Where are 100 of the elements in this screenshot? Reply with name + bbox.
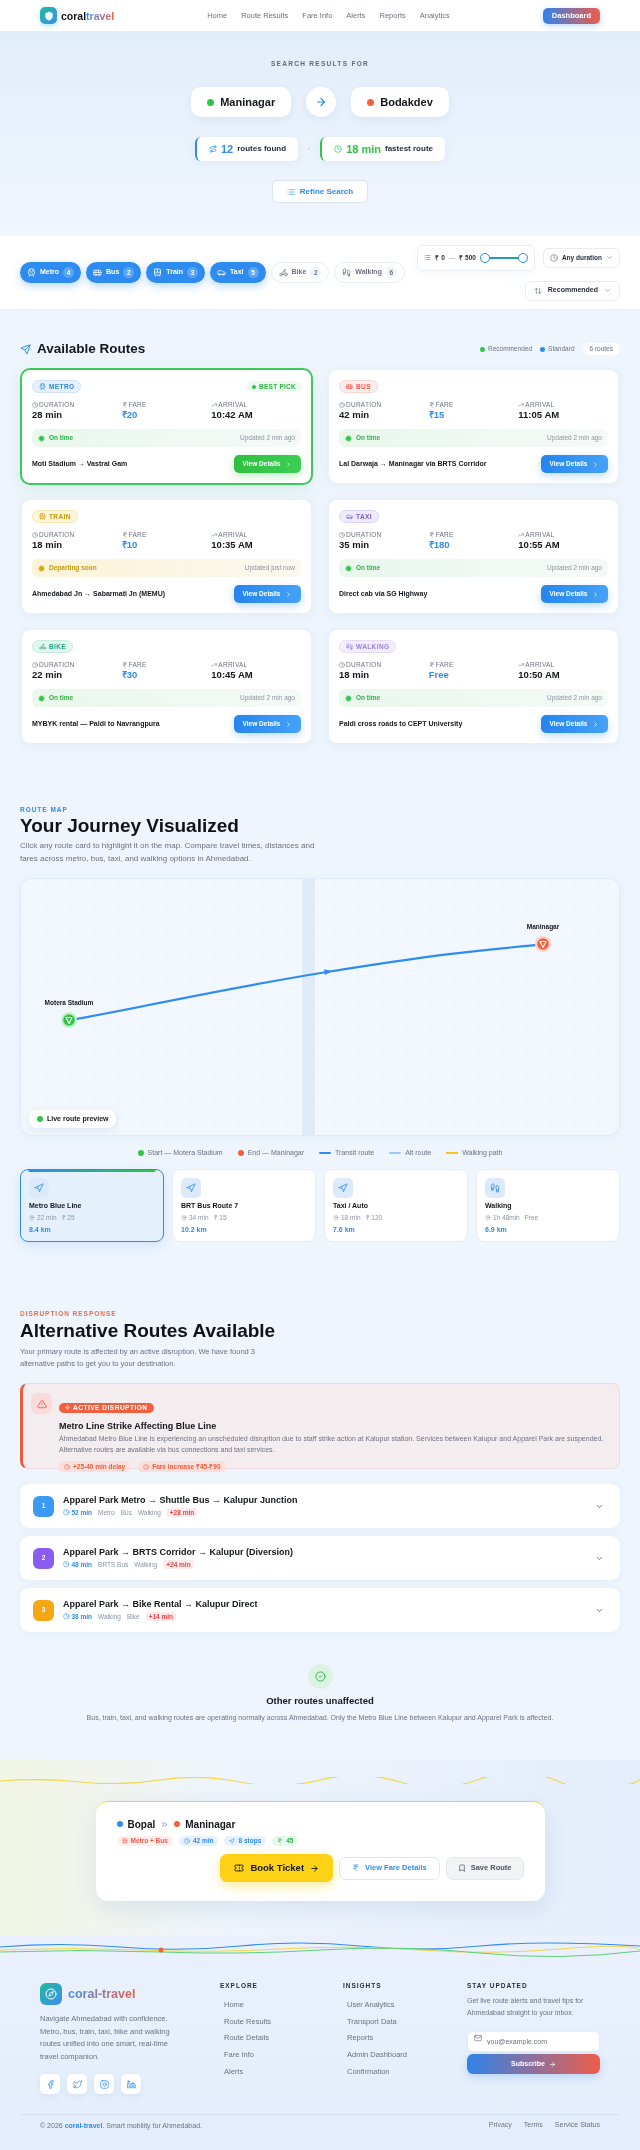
list-icon <box>424 254 432 261</box>
stat-value: 28 min <box>32 410 64 420</box>
stat-value: 18 min <box>346 141 381 157</box>
linkedin-icon[interactable] <box>121 2074 141 2094</box>
clock-icon <box>339 401 345 408</box>
section-title: Available Routes <box>37 339 146 358</box>
section-title: Your Journey Visualized <box>20 815 240 837</box>
location-pill[interactable]: Bodakdev <box>351 87 449 117</box>
chevron-right-icon <box>592 590 600 598</box>
stat-value: 10:35 AM <box>211 540 254 550</box>
rupee-icon <box>121 661 128 668</box>
chevron-down-icon <box>606 254 613 261</box>
stat-value: ₹20 <box>121 410 139 420</box>
alert-title: Metro Line Strike Affecting Blue Line <box>59 1420 218 1432</box>
navigation-icon <box>181 1178 201 1198</box>
ticket-icon <box>234 1863 245 1873</box>
stat-value: 10:50 AM <box>518 670 561 680</box>
arrow-right-icon <box>548 2060 556 2068</box>
stat-value: 10:45 AM <box>211 670 254 680</box>
double-chevron-icon <box>160 1819 170 1829</box>
footprints-icon <box>485 1178 505 1198</box>
refine-search-button[interactable]: Refine Search <box>271 180 369 203</box>
instagram-icon[interactable] <box>94 2074 114 2094</box>
rupee-icon <box>352 1864 361 1872</box>
stat-value: 18 min <box>339 670 371 680</box>
navigation-icon <box>333 1178 353 1198</box>
stat-value: 18 min <box>32 540 64 550</box>
chevron-right-icon <box>285 460 293 468</box>
tram-icon <box>39 513 46 520</box>
car-icon <box>346 513 353 520</box>
navigation-icon <box>29 1178 49 1198</box>
book-ticket-button[interactable]: Book Ticket <box>220 1854 334 1882</box>
stat-value: 42 min <box>339 410 371 420</box>
twitter-icon[interactable] <box>67 2074 87 2094</box>
trend-up-icon <box>518 661 525 668</box>
footprints-icon <box>342 268 352 277</box>
facebook-icon[interactable] <box>40 2074 60 2094</box>
sort-icon <box>533 286 542 295</box>
logo-icon <box>40 7 57 24</box>
tram-icon <box>121 1838 128 1844</box>
trend-up-icon <box>518 401 525 408</box>
bookmark-icon <box>457 1864 466 1872</box>
start-marker-icon[interactable] <box>61 1012 77 1028</box>
clock-icon <box>63 1509 70 1516</box>
stat-value: 35 min <box>339 540 371 550</box>
send-icon <box>20 343 31 355</box>
stat-value: ₹15 <box>428 410 446 420</box>
alternative-title: Apparel Park Metro → Shuttle Bus → Kalupur Junction <box>63 1494 299 1506</box>
clock-icon <box>63 1613 70 1620</box>
stat-value: ₹10 <box>121 540 139 550</box>
chevron-right-icon <box>592 460 600 468</box>
location-name: Bopal <box>127 1817 156 1832</box>
arrow-right-icon <box>310 1863 320 1873</box>
rupee-icon <box>121 531 128 538</box>
chevron-right-icon <box>285 590 293 598</box>
bus-icon <box>93 268 103 277</box>
stat-value: 12 <box>221 141 234 157</box>
price-slider[interactable] <box>479 252 528 263</box>
map-pin-icon <box>29 1215 35 1221</box>
clock-icon <box>64 1463 70 1470</box>
rupee-icon <box>277 1838 284 1844</box>
clock-icon <box>549 253 558 262</box>
unaffected-title: Other routes unaffected <box>266 1695 374 1707</box>
slider-thumb[interactable] <box>479 252 490 263</box>
stat-value: ₹180 <box>428 540 451 550</box>
stat-value: 22 min <box>32 670 64 680</box>
sparkle-icon <box>65 1405 70 1410</box>
chevron-right-icon <box>285 720 293 728</box>
trend-up-icon <box>211 531 218 538</box>
stat-value: 10:55 AM <box>518 540 561 550</box>
rupee-icon <box>121 401 128 408</box>
rupee-icon <box>428 661 435 668</box>
map-pin-icon <box>181 1215 187 1221</box>
location-pill[interactable]: Maninagar <box>191 87 292 117</box>
map-pin-icon <box>485 1215 491 1221</box>
brand-name: coraltravel <box>61 9 115 22</box>
alert-circle-icon <box>143 1463 150 1470</box>
map-pin-icon <box>333 1215 339 1221</box>
mail-icon <box>474 2033 482 2042</box>
stat-label: routes found <box>237 143 287 155</box>
location-name: Bodakdev <box>380 94 433 110</box>
chevron-down-icon <box>604 287 611 294</box>
rupee-icon <box>428 531 435 538</box>
rupee-icon <box>428 401 435 408</box>
chevron-right-icon <box>592 720 600 728</box>
clock-icon <box>63 1561 70 1568</box>
footprints-icon <box>346 643 353 650</box>
route-icon <box>209 145 217 153</box>
clock-icon <box>32 401 38 408</box>
bicycle-icon <box>39 643 46 650</box>
clock-icon <box>339 661 345 668</box>
slider-thumb[interactable] <box>517 252 528 263</box>
train-icon <box>39 383 46 390</box>
navigation-icon <box>229 1838 236 1844</box>
section-description: Click any route card to highlight it on the map. Compare travel times, distances and fares across metro, bus, taxi, and walking options in Ahmedabad. <box>20 840 316 865</box>
trend-up-icon <box>211 661 218 668</box>
end-marker-icon[interactable] <box>535 936 551 952</box>
trend-up-icon <box>518 531 525 538</box>
train-icon <box>27 268 36 277</box>
location-name: Maninagar <box>220 94 276 110</box>
